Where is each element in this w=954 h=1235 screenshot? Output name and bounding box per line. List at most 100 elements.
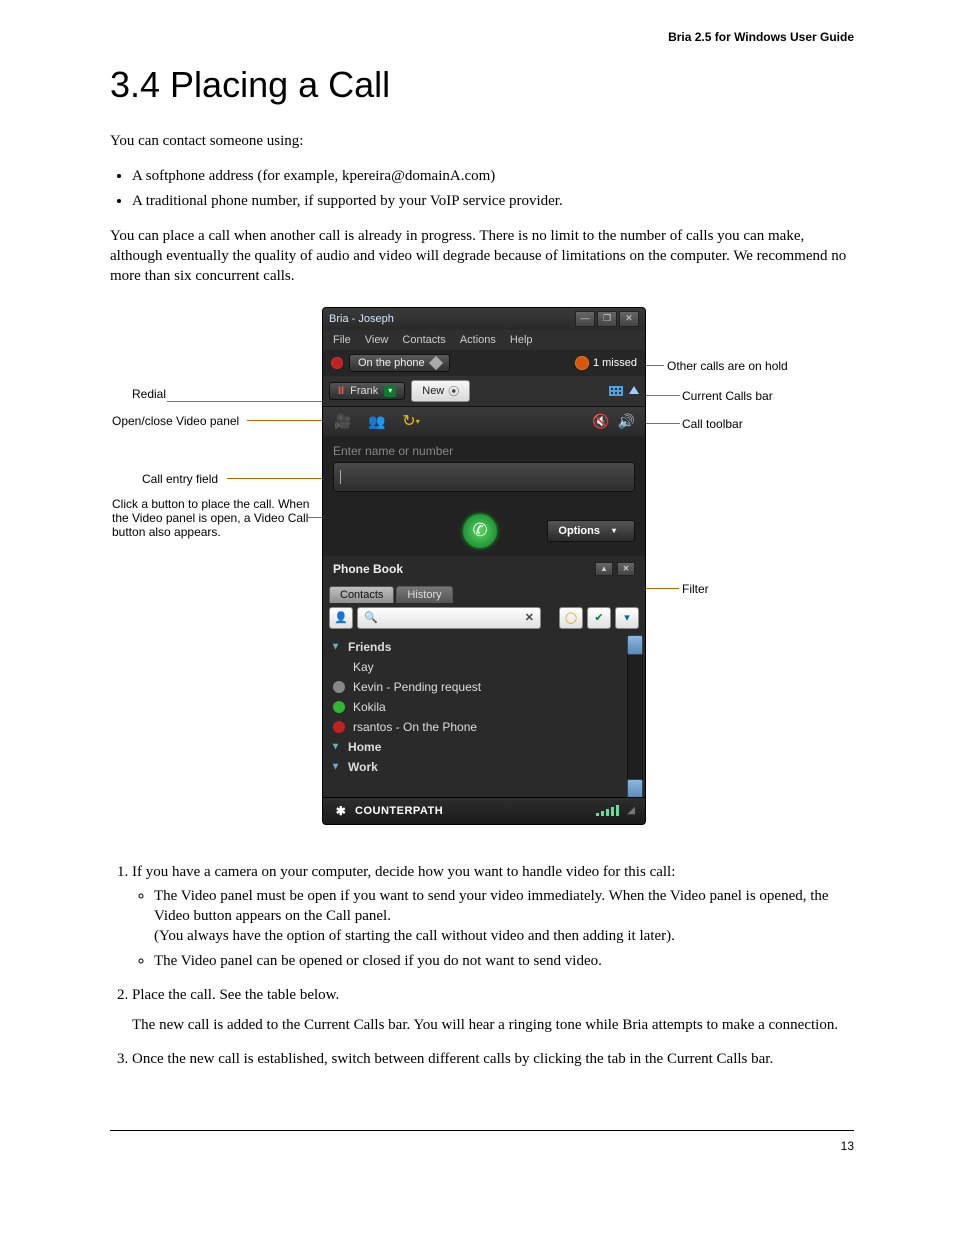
filter-dropdown-button[interactable]: ▾ [615,607,639,629]
section-heading: 3.4 Placing a Call [110,64,854,106]
mute-button[interactable]: 🔇 [592,413,609,430]
step-1-bullet-2: The Video panel can be opened or closed … [154,951,854,971]
bria-app-window: Bria - Joseph — ❐ ✕ File View Contacts A… [322,307,646,825]
status-row: On the phone 1 missed [323,350,645,376]
tab-history[interactable]: History [396,586,452,603]
app-title: Bria - Joseph [329,313,573,325]
resize-handle-icon[interactable]: ◢ [627,805,635,816]
conference-button[interactable]: 👥 [367,413,387,429]
brand-label: COUNTERPATH [355,805,443,817]
tab-contacts[interactable]: Contacts [329,586,394,603]
contact-group-work[interactable]: Work [323,757,645,777]
dropdown-icon: ▾ [384,385,396,397]
scroll-up-button[interactable] [627,635,643,655]
add-contact-button[interactable]: 👤 [329,607,353,629]
filter-search-input[interactable]: 🔍 ✕ [357,607,541,629]
contact-group-friends[interactable]: Friends [323,637,645,657]
intro-para2: You can place a call when another call i… [110,226,854,287]
callout-call-toolbar: Call toolbar [682,417,743,431]
contact-item-kokila[interactable]: Kokila [323,697,645,717]
step-2-text-b: The new call is added to the Current Cal… [132,1015,854,1035]
call-tab-new-label: New [422,385,444,397]
titlebar: Bria - Joseph — ❐ ✕ [323,308,645,330]
group-label: Friends [348,640,391,654]
phonebook-header: Phone Book ▲ ✕ [323,556,645,582]
step-1: If you have a camera on your computer, d… [132,862,854,971]
phonebook-tabs: Contacts History [323,582,645,603]
call-toolbar: 🎥 👥 ↻▾ 🔇 🔊 [323,406,645,436]
presence-unknown-icon [333,661,345,673]
options-label: Options [558,525,600,537]
logo-icon: ✱ [333,803,349,819]
missed-label: 1 missed [593,357,637,369]
callout-click-button: Click a button to place the call. When t… [112,497,312,540]
step-2-text-a: Place the call. See the table below. [132,987,339,1003]
footer-rule [110,1130,854,1131]
callout-current-calls-bar: Current Calls bar [682,389,773,403]
group-label: Work [348,760,378,774]
menu-view[interactable]: View [365,334,389,346]
call-tab-new[interactable]: New ⦿ [411,380,470,402]
phonebook-close-icon[interactable]: ✕ [617,562,635,576]
contact-item-kevin[interactable]: Kevin - Pending request [323,677,645,697]
text-cursor [340,470,341,484]
menu-help[interactable]: Help [510,334,533,346]
redial-button[interactable]: ↻▾ [401,413,421,429]
call-tab-label: Frank [350,385,378,397]
menu-contacts[interactable]: Contacts [402,334,445,346]
hold-icon: II [338,385,344,397]
presence-pending-icon [333,681,345,693]
call-action-row: ✆ Options [323,506,645,556]
call-entry-input[interactable] [333,462,635,492]
presence-busy-icon [331,357,343,369]
dialpad-icon[interactable] [609,386,623,396]
phonebook-collapse-icon[interactable]: ▲ [595,562,613,576]
call-tab-frank[interactable]: II Frank ▾ [329,382,405,400]
intro-bullet: A traditional phone number, if supported… [132,191,854,211]
filter-available-button[interactable]: ✔ [587,607,611,629]
presence-status-button[interactable]: On the phone [349,354,450,372]
video-toggle-button[interactable]: 🎥 [333,413,353,429]
call-entry-area: Enter name or number [323,436,645,506]
intro-text: You can contact someone using: [110,131,854,151]
group-label: Home [348,740,381,754]
step-2: Place the call. See the table below. The… [132,985,854,1036]
phonebook-title: Phone Book [333,562,403,576]
maximize-button[interactable]: ❐ [597,311,617,327]
signal-strength-icon [596,805,619,816]
step-3: Once the new call is established, switch… [132,1049,854,1069]
presence-busy-icon [333,721,345,733]
contact-label: Kevin - Pending request [353,680,481,694]
contacts-list: Friends Kay Kevin - Pending request Koki… [323,633,645,801]
edit-icon [429,355,443,369]
close-button[interactable]: ✕ [619,311,639,327]
filter-row: 👤 🔍 ✕ ◯ ✔ ▾ [323,603,645,633]
contact-item-rsantos[interactable]: rsantos - On the Phone [323,717,645,737]
clear-search-icon[interactable]: ✕ [525,611,534,624]
menu-file[interactable]: File [333,334,351,346]
scrollbar[interactable] [627,635,643,799]
scroll-down-button[interactable] [627,779,643,799]
end-call-icon: ⦿ [448,383,459,399]
menu-actions[interactable]: Actions [460,334,496,346]
missed-calls-indicator[interactable]: 1 missed [575,356,637,370]
search-icon: 🔍 [364,611,378,624]
menubar: File View Contacts Actions Help [323,330,645,350]
callout-openclose-video: Open/close Video panel [112,414,239,428]
call-options-button[interactable]: Options [547,520,635,542]
expand-icon[interactable] [629,386,639,394]
step-1-bullet-1b: (You always have the option of starting … [154,928,675,944]
callout-call-entry: Call entry field [142,472,218,486]
contact-item-kay[interactable]: Kay [323,657,645,677]
contact-group-home[interactable]: Home [323,737,645,757]
filter-online-button[interactable]: ◯ [559,607,583,629]
place-call-button[interactable]: ✆ [463,514,497,548]
counterpath-logo: ✱ COUNTERPATH [333,803,443,819]
app-footer: ✱ COUNTERPATH ◢ [323,797,645,824]
speaker-button[interactable]: 🔊 [618,413,635,430]
step-1-bullet-1: The Video panel must be open if you want… [154,886,854,947]
contact-label: rsantos - On the Phone [353,720,477,734]
minimize-button[interactable]: — [575,311,595,327]
presence-online-icon [333,701,345,713]
steps-list: If you have a camera on your computer, d… [132,862,854,1070]
